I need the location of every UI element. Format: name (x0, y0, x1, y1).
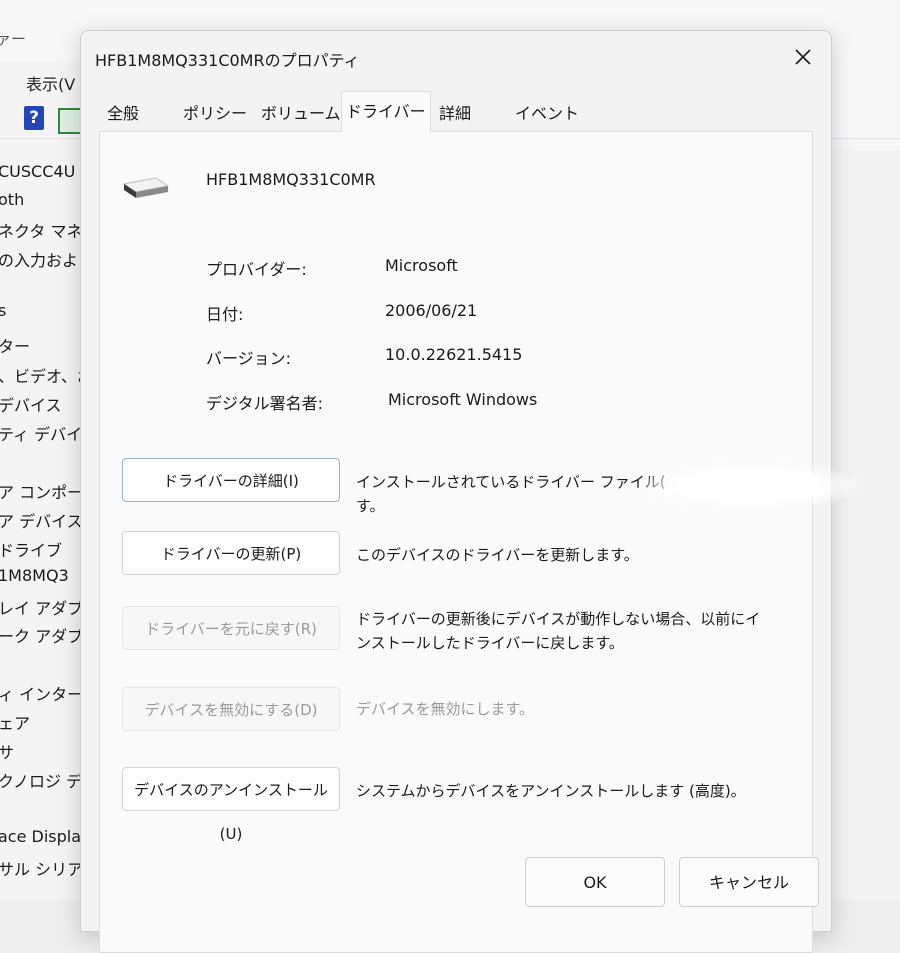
tree-item[interactable]: の入力およ (0, 247, 78, 271)
close-icon (795, 49, 811, 65)
signer-label: デジタル署名者: (206, 394, 324, 413)
signer-value: Microsoft Windows (388, 390, 538, 409)
tab-policy[interactable]: ポリシー (179, 97, 251, 131)
tree-item[interactable]: ェア (0, 710, 30, 734)
rollback-driver-description: ドライバーの更新後にデバイスが動作しない場合、以前にイ ンストールしたドライバー… (356, 607, 796, 655)
tab-bar: 全般 ポリシー ボリューム ドライバー 詳細 イベント (93, 91, 823, 132)
tree-item[interactable]: ace Displa (0, 827, 81, 846)
update-driver-description: このデバイスのドライバーを更新します。 (356, 546, 639, 564)
provider-label: プロバイダー: (206, 260, 307, 279)
driver-tab-panel: HFB1M8MQ331C0MR プロバイダー: Microsoft 日付: 20… (99, 131, 860, 953)
properties-dialog: HFB1M8MQ331C0MRのプロパティ 全般 ポリシー ボリューム ドライバ… (80, 30, 860, 953)
tab-details[interactable]: 詳細 (435, 97, 475, 131)
close-button[interactable] (783, 39, 823, 75)
help-icon[interactable]: ? (24, 106, 44, 130)
version-label: バージョン: (206, 349, 292, 368)
tab-driver[interactable]: ドライバー (341, 91, 431, 132)
driver-details-button[interactable]: ドライバーの詳細(I) (122, 458, 340, 502)
date-label: 日付: (206, 305, 244, 324)
tab-volume[interactable]: ボリューム (257, 97, 345, 131)
provider-value: Microsoft (385, 256, 458, 275)
tab-general[interactable]: 全般 (103, 97, 143, 131)
update-driver-button[interactable]: ドライバーの更新(P) (122, 531, 340, 575)
rollback-driver-button[interactable]: ドライバーを元に戻す(R) (122, 606, 340, 650)
tree-item[interactable]: s (0, 301, 6, 320)
tree-item[interactable]: CUSCC4U (0, 162, 75, 181)
device-manager-title: ァー (0, 30, 27, 48)
device-name: HFB1M8MQ331C0MR (206, 170, 376, 189)
uninstall-device-button[interactable]: デバイスのアンインストール(U) (122, 767, 340, 843)
tree-item[interactable]: ア デバイス (0, 508, 83, 532)
tree-item[interactable]: サ (0, 739, 14, 763)
tree-item[interactable]: 1M8MQ3 (0, 566, 69, 585)
screen-glare (640, 462, 860, 510)
version-value: 10.0.22621.5415 (385, 345, 523, 364)
menu-view[interactable]: 表示(V (26, 71, 75, 95)
description-line: ドライバーの更新後にデバイスが動作しない場合、以前にイ (356, 610, 761, 628)
tree-item[interactable]: デバイス (0, 392, 62, 416)
device-manager-right-area (830, 150, 900, 900)
tree-item[interactable]: ドライブ (0, 537, 62, 561)
description-line: ンストールしたドライバーに戻します。 (356, 634, 624, 652)
disk-drive-icon (122, 177, 170, 198)
tab-events[interactable]: イベント (511, 97, 583, 131)
dialog-title: HFB1M8MQ331C0MRのプロパティ (95, 51, 360, 70)
tree-item[interactable]: ター (0, 333, 30, 357)
disable-device-description: デバイスを無効にします。 (356, 700, 535, 718)
disable-device-button[interactable]: デバイスを無効にする(D) (122, 687, 340, 731)
date-value: 2006/06/21 (385, 301, 478, 320)
uninstall-device-description: システムからデバイスをアンインストールします (高度)。 (356, 782, 746, 800)
tree-item[interactable]: oth (0, 190, 24, 209)
